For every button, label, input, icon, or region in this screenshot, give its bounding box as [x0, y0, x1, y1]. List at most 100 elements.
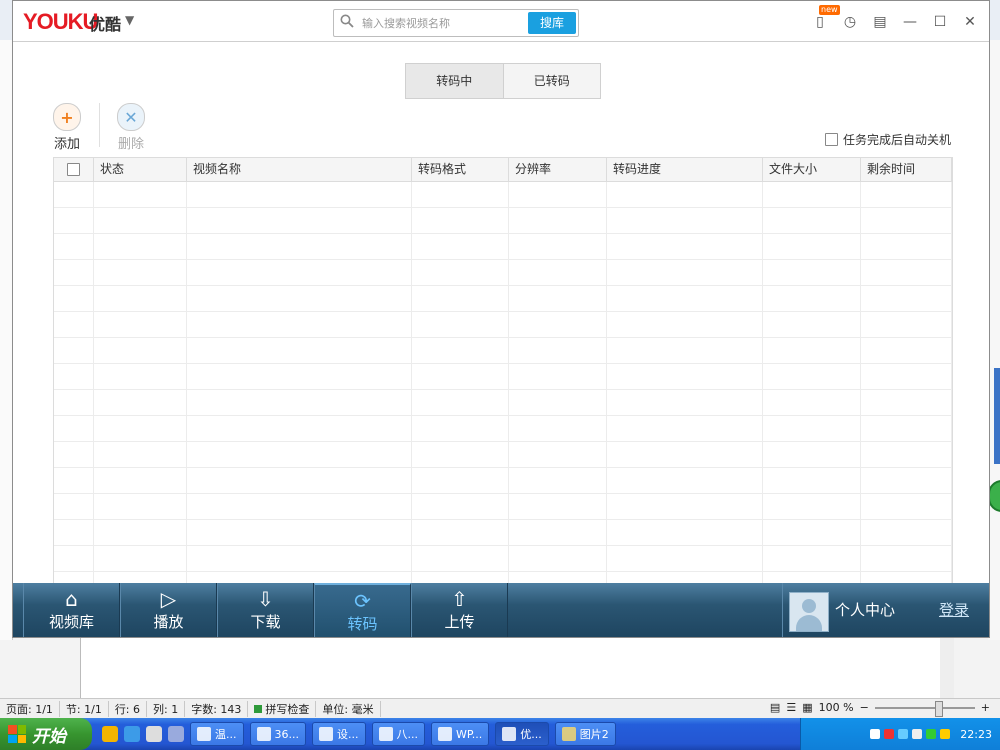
- table-row: [54, 364, 952, 390]
- close-icon[interactable]: ✕: [961, 13, 979, 31]
- auto-shutdown-checkbox[interactable]: [824, 133, 838, 146]
- col-file-size[interactable]: 文件大小: [763, 158, 861, 181]
- select-all-checkbox[interactable]: [67, 163, 80, 176]
- taskbar-item[interactable]: WP...: [431, 722, 490, 746]
- table-cell: [54, 338, 94, 363]
- taskbar-item-active[interactable]: 优...: [495, 722, 549, 746]
- table-cell: [861, 494, 952, 519]
- menu-chevron-icon[interactable]: ▼: [125, 13, 134, 27]
- system-tray: 22:23: [800, 718, 1000, 750]
- background-scrollbar[interactable]: [940, 638, 954, 698]
- table-cell: [94, 390, 187, 415]
- delete-x-icon: ✕: [117, 103, 145, 131]
- add-label: 添加: [53, 137, 80, 152]
- status-section: 节: 1/1: [60, 701, 109, 717]
- taskbar-item[interactable]: 36...: [249, 722, 306, 746]
- task-label: 八...: [396, 728, 419, 741]
- maximize-icon[interactable]: ☐: [931, 13, 949, 31]
- taskbar-item[interactable]: 设...: [312, 722, 366, 746]
- history-clock-icon[interactable]: ◷: [841, 13, 859, 31]
- tray-icon[interactable]: [926, 729, 937, 739]
- taskbar-item[interactable]: 图片2: [554, 722, 616, 746]
- status-line: 行: 6: [109, 701, 148, 717]
- status-word-count[interactable]: 字数: 143: [185, 701, 249, 717]
- web-view-icon[interactable]: ▦: [802, 701, 812, 714]
- youku-logo-cn: 优酷: [89, 15, 122, 34]
- table-cell: [509, 546, 607, 571]
- table-row: [54, 234, 952, 260]
- col-time-left[interactable]: 剩余时间: [861, 158, 952, 181]
- tab-transcoded[interactable]: 已转码: [504, 64, 601, 98]
- table-cell: [607, 286, 763, 311]
- tray-icon[interactable]: [940, 729, 951, 739]
- user-center-link[interactable]: 个人中心: [835, 599, 895, 620]
- task-label: 温...: [215, 728, 237, 741]
- table-cell: [54, 494, 94, 519]
- table-cell: [412, 442, 509, 467]
- start-label: 开始: [32, 726, 66, 747]
- search-button[interactable]: 搜库: [528, 12, 576, 34]
- table-cell: [763, 234, 861, 259]
- taskbar-item[interactable]: 八...: [371, 722, 425, 746]
- col-video-name[interactable]: 视频名称: [187, 158, 412, 181]
- table-row: [54, 286, 952, 312]
- nav-play[interactable]: ▷ 播放: [120, 583, 217, 637]
- col-format[interactable]: 转码格式: [412, 158, 509, 181]
- nav-download[interactable]: ⇩ 下载: [217, 583, 314, 637]
- table-cell: [509, 390, 607, 415]
- zoom-out-icon[interactable]: −: [860, 701, 869, 714]
- table-cell: [94, 364, 187, 389]
- minimize-icon[interactable]: —: [901, 13, 919, 31]
- nav-transcode[interactable]: ⟳ 转码: [314, 583, 411, 637]
- table-cell: [607, 390, 763, 415]
- table-cell: [54, 468, 94, 493]
- col-progress[interactable]: 转码进度: [607, 158, 763, 181]
- mobile-icon[interactable]: ▯ new: [811, 5, 840, 31]
- table-cell: [509, 338, 607, 363]
- tray-icon[interactable]: [884, 729, 895, 739]
- tray-icon[interactable]: [870, 729, 881, 739]
- taskbar-item[interactable]: 温...: [190, 722, 244, 746]
- login-link[interactable]: 登录: [939, 599, 969, 620]
- message-icon[interactable]: ▤: [871, 13, 889, 31]
- status-unit[interactable]: 单位: 毫米: [316, 701, 381, 717]
- task-label: 优...: [520, 728, 542, 741]
- table-cell: [607, 442, 763, 467]
- tab-transcoding[interactable]: 转码中: [406, 64, 504, 98]
- search-input[interactable]: [360, 13, 524, 33]
- new-badge: new: [819, 5, 840, 15]
- quick-launch-icon[interactable]: [146, 726, 162, 742]
- table-cell: [607, 520, 763, 545]
- quick-launch: [102, 726, 184, 742]
- table-cell: [509, 234, 607, 259]
- status-spell-check[interactable]: 拼写检查: [248, 701, 317, 717]
- zoom-in-icon[interactable]: +: [981, 701, 990, 714]
- auto-shutdown-option[interactable]: 任务完成后自动关机: [824, 131, 951, 148]
- tray-icon[interactable]: [912, 729, 923, 739]
- nav-video-library[interactable]: ⌂ 视频库: [23, 583, 120, 637]
- page-view-icon[interactable]: ▤: [770, 701, 780, 714]
- nav-upload[interactable]: ⇧ 上传: [411, 583, 508, 637]
- table-body: [54, 182, 952, 584]
- ie-icon[interactable]: [124, 726, 140, 742]
- table-cell: [54, 312, 94, 337]
- table-cell: [607, 468, 763, 493]
- col-resolution[interactable]: 分辨率: [509, 158, 607, 181]
- col-status[interactable]: 状态: [94, 158, 187, 181]
- add-button[interactable]: + 添加: [51, 103, 83, 152]
- windows-taskbar: 开始 温... 36... 设... 八... WP... 优... 图片2 2…: [0, 718, 1000, 750]
- zoom-slider[interactable]: [874, 700, 975, 717]
- quick-launch-icon[interactable]: [168, 726, 184, 742]
- start-button[interactable]: 开始: [0, 718, 92, 750]
- delete-button[interactable]: ✕ 删除: [115, 103, 147, 152]
- outline-view-icon[interactable]: ☰: [786, 701, 796, 714]
- table-cell: [187, 286, 412, 311]
- quick-launch-icon[interactable]: [102, 726, 118, 742]
- avatar[interactable]: [789, 592, 829, 632]
- table-cell: [187, 234, 412, 259]
- view-zoom-controls: ▤ ☰ ▦ 100 % − +: [770, 700, 990, 717]
- home-icon: ⌂: [65, 587, 78, 611]
- tray-icon[interactable]: [898, 729, 909, 739]
- table-cell: [763, 208, 861, 233]
- zoom-knob[interactable]: [934, 700, 943, 717]
